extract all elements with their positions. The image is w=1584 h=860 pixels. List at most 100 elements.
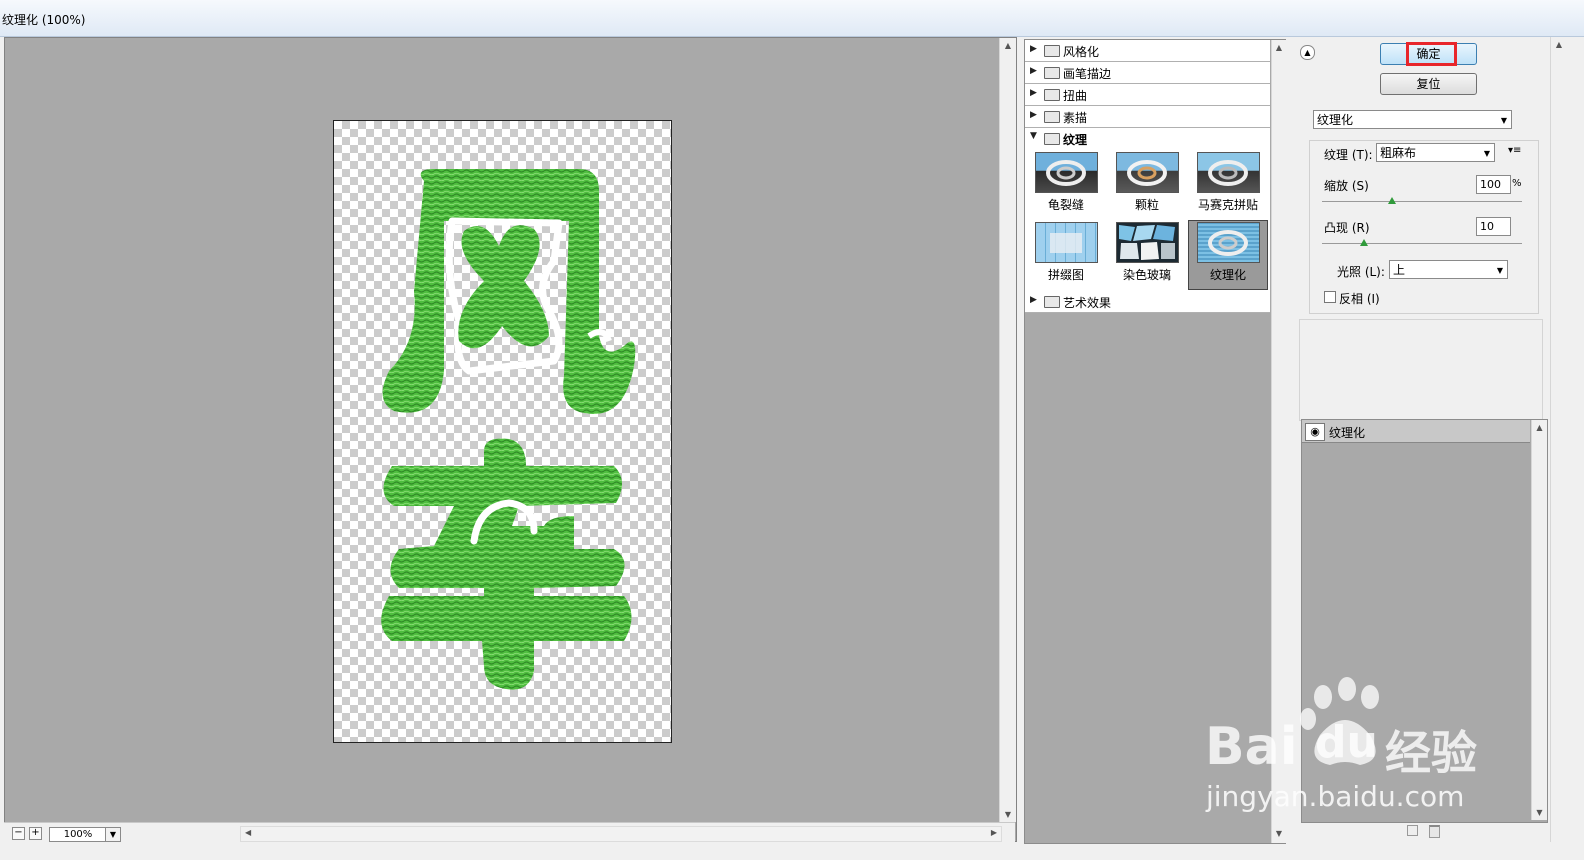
invert-label: 反相 (I) bbox=[1339, 292, 1380, 306]
texture-filter-grid: 龟裂缝 颗粒 马赛克拼贴 拼缀图 染色玻璃 纹理化 bbox=[1025, 148, 1270, 291]
chevron-down-icon: ▼ bbox=[1496, 266, 1503, 275]
texture-label: 纹理 (T): bbox=[1324, 148, 1373, 162]
filter-label: 颗粒 bbox=[1134, 198, 1159, 212]
folder-icon bbox=[1044, 67, 1060, 79]
scroll-right-arrow-icon[interactable]: ▶ bbox=[991, 828, 997, 837]
texturizer-settings: 纹理 (T): 粗麻布 ▼ ▾≡ 缩放 (S) 100 % 凸现 (R) 10 … bbox=[1309, 140, 1539, 314]
watermark-brand-cn: 经验 bbox=[1385, 726, 1477, 780]
relief-input[interactable]: 10 bbox=[1476, 217, 1511, 236]
scroll-left-arrow-icon[interactable]: ◀ bbox=[245, 828, 251, 837]
filter-label: 染色玻璃 bbox=[1122, 268, 1171, 282]
watermark-brand-latin: Bai bbox=[1205, 717, 1298, 777]
patchwork-thumb-icon bbox=[1035, 222, 1098, 263]
scroll-down-arrow-icon[interactable]: ▼ bbox=[1272, 829, 1286, 838]
eye-visibility-icon[interactable]: ◉ bbox=[1305, 423, 1325, 441]
zoom-level-field[interactable]: 100% bbox=[49, 827, 107, 842]
texturized-text-art bbox=[381, 169, 636, 690]
expand-arrow-icon[interactable]: ▶ bbox=[1030, 88, 1037, 98]
open-folder-icon bbox=[1044, 133, 1060, 145]
category-label: 素描 bbox=[1063, 111, 1088, 125]
relief-slider[interactable] bbox=[1322, 243, 1522, 244]
category-distort[interactable]: ▶ 扭曲 bbox=[1025, 84, 1270, 106]
folder-icon bbox=[1044, 45, 1060, 57]
preview-vertical-scrollbar[interactable]: ▲ ▼ bbox=[999, 38, 1016, 822]
scale-label: 缩放 (S) bbox=[1324, 179, 1369, 193]
zoom-in-button[interactable]: + bbox=[29, 827, 42, 840]
grain-thumb-icon bbox=[1116, 152, 1179, 193]
filter-grain[interactable]: 颗粒 bbox=[1107, 150, 1187, 220]
light-label: 光照 (L): bbox=[1337, 265, 1385, 279]
filter-texturizer-selected[interactable]: 纹理化 bbox=[1188, 220, 1268, 290]
ok-button-highlight bbox=[1406, 42, 1457, 66]
texture-menu-icon[interactable]: ▾≡ bbox=[1508, 145, 1521, 156]
chevron-down-icon: ▼ bbox=[1500, 116, 1507, 125]
reset-button[interactable]: 复位 bbox=[1380, 73, 1477, 95]
category-sketch[interactable]: ▶ 素描 bbox=[1025, 106, 1270, 128]
light-direction-select[interactable]: 上 ▼ bbox=[1389, 260, 1508, 279]
scroll-down-arrow-icon[interactable]: ▼ bbox=[1532, 808, 1547, 817]
zoom-out-button[interactable]: − bbox=[12, 827, 25, 840]
title-bar: 纹理化 (100%) bbox=[0, 0, 1584, 37]
watermark-url: jingyan.baidu.com bbox=[1206, 780, 1465, 813]
category-label: 纹理 bbox=[1063, 133, 1088, 147]
category-label: 艺术效果 bbox=[1063, 296, 1112, 310]
scale-slider[interactable] bbox=[1322, 201, 1522, 202]
category-label: 扭曲 bbox=[1063, 89, 1088, 103]
scroll-up-arrow-icon[interactable]: ▲ bbox=[1272, 43, 1286, 52]
filter-label: 纹理化 bbox=[1209, 268, 1246, 282]
filter-type-value: 纹理化 bbox=[1317, 113, 1354, 127]
invert-checkbox[interactable] bbox=[1324, 291, 1336, 303]
effect-layer-label: 纹理化 bbox=[1329, 426, 1366, 440]
expand-arrow-icon[interactable]: ▶ bbox=[1030, 295, 1037, 305]
category-label: 风格化 bbox=[1063, 45, 1100, 59]
window-title: 纹理化 (100%) bbox=[2, 13, 86, 27]
relief-label: 凸现 (R) bbox=[1324, 221, 1370, 235]
chevron-down-icon: ▼ bbox=[1483, 149, 1490, 158]
filter-label: 龟裂缝 bbox=[1047, 198, 1084, 212]
filter-label: 马赛克拼贴 bbox=[1197, 198, 1258, 212]
relief-slider-thumb[interactable] bbox=[1360, 239, 1368, 246]
category-texture[interactable]: ▼ 纹理 bbox=[1025, 128, 1270, 150]
filter-stained-glass[interactable]: 染色玻璃 bbox=[1107, 220, 1187, 290]
scroll-up-arrow-icon[interactable]: ▲ bbox=[1551, 40, 1567, 49]
effect-layer-row[interactable]: ◉ 纹理化 bbox=[1302, 420, 1530, 443]
collapse-gallery-icon[interactable]: ▲ bbox=[1300, 45, 1315, 60]
settings-empty-area bbox=[1299, 319, 1543, 421]
scroll-up-arrow-icon[interactable]: ▲ bbox=[1532, 423, 1547, 432]
expand-arrow-icon[interactable]: ▶ bbox=[1030, 66, 1037, 76]
watermark-brand-du: du bbox=[1315, 717, 1378, 768]
preview-horizontal-scrollbar[interactable]: ◀ ▶ bbox=[240, 826, 1002, 842]
scroll-down-arrow-icon[interactable]: ▼ bbox=[1000, 810, 1016, 819]
expand-arrow-icon[interactable]: ▶ bbox=[1030, 110, 1037, 120]
preview-pane[interactable]: ▲ ▼ bbox=[4, 37, 1017, 842]
filter-type-select[interactable]: 纹理化 ▼ bbox=[1313, 110, 1512, 129]
texturizer-thumb-icon bbox=[1197, 222, 1260, 263]
folder-icon bbox=[1044, 296, 1060, 308]
delete-effect-layer-icon[interactable] bbox=[1429, 825, 1440, 838]
filter-patchwork[interactable]: 拼缀图 bbox=[1026, 220, 1106, 290]
mosaic-tiles-thumb-icon bbox=[1197, 152, 1260, 193]
category-brush-strokes[interactable]: ▶ 画笔描边 bbox=[1025, 62, 1270, 84]
expand-arrow-icon[interactable]: ▶ bbox=[1030, 44, 1037, 54]
collapse-arrow-icon[interactable]: ▼ bbox=[1030, 131, 1037, 141]
texture-value: 粗麻布 bbox=[1380, 146, 1417, 160]
scale-slider-thumb[interactable] bbox=[1388, 197, 1396, 204]
stained-glass-thumb-icon bbox=[1116, 222, 1179, 263]
zoom-dropdown-icon[interactable]: ▼ bbox=[105, 827, 121, 842]
category-label: 画笔描边 bbox=[1063, 67, 1112, 81]
scale-input[interactable]: 100 bbox=[1476, 175, 1511, 194]
glyph-che bbox=[381, 438, 632, 690]
folder-icon bbox=[1044, 111, 1060, 123]
filter-craquelure[interactable]: 龟裂缝 bbox=[1026, 150, 1106, 220]
window-edge-scrollbar[interactable]: ▲ bbox=[1550, 37, 1567, 842]
filter-mosaic-tiles[interactable]: 马赛克拼贴 bbox=[1188, 150, 1268, 220]
category-artistic[interactable]: ▶ 艺术效果 bbox=[1025, 291, 1270, 313]
layers-scrollbar[interactable]: ▲ ▼ bbox=[1531, 420, 1547, 820]
new-effect-layer-icon[interactable] bbox=[1407, 825, 1418, 836]
craquelure-thumb-icon bbox=[1035, 152, 1098, 193]
scroll-up-arrow-icon[interactable]: ▲ bbox=[1000, 41, 1016, 50]
folder-icon bbox=[1044, 89, 1060, 101]
texture-select[interactable]: 粗麻布 ▼ bbox=[1376, 143, 1495, 162]
category-stylize[interactable]: ▶ 风格化 bbox=[1025, 40, 1270, 62]
light-direction-value: 上 bbox=[1393, 263, 1406, 277]
